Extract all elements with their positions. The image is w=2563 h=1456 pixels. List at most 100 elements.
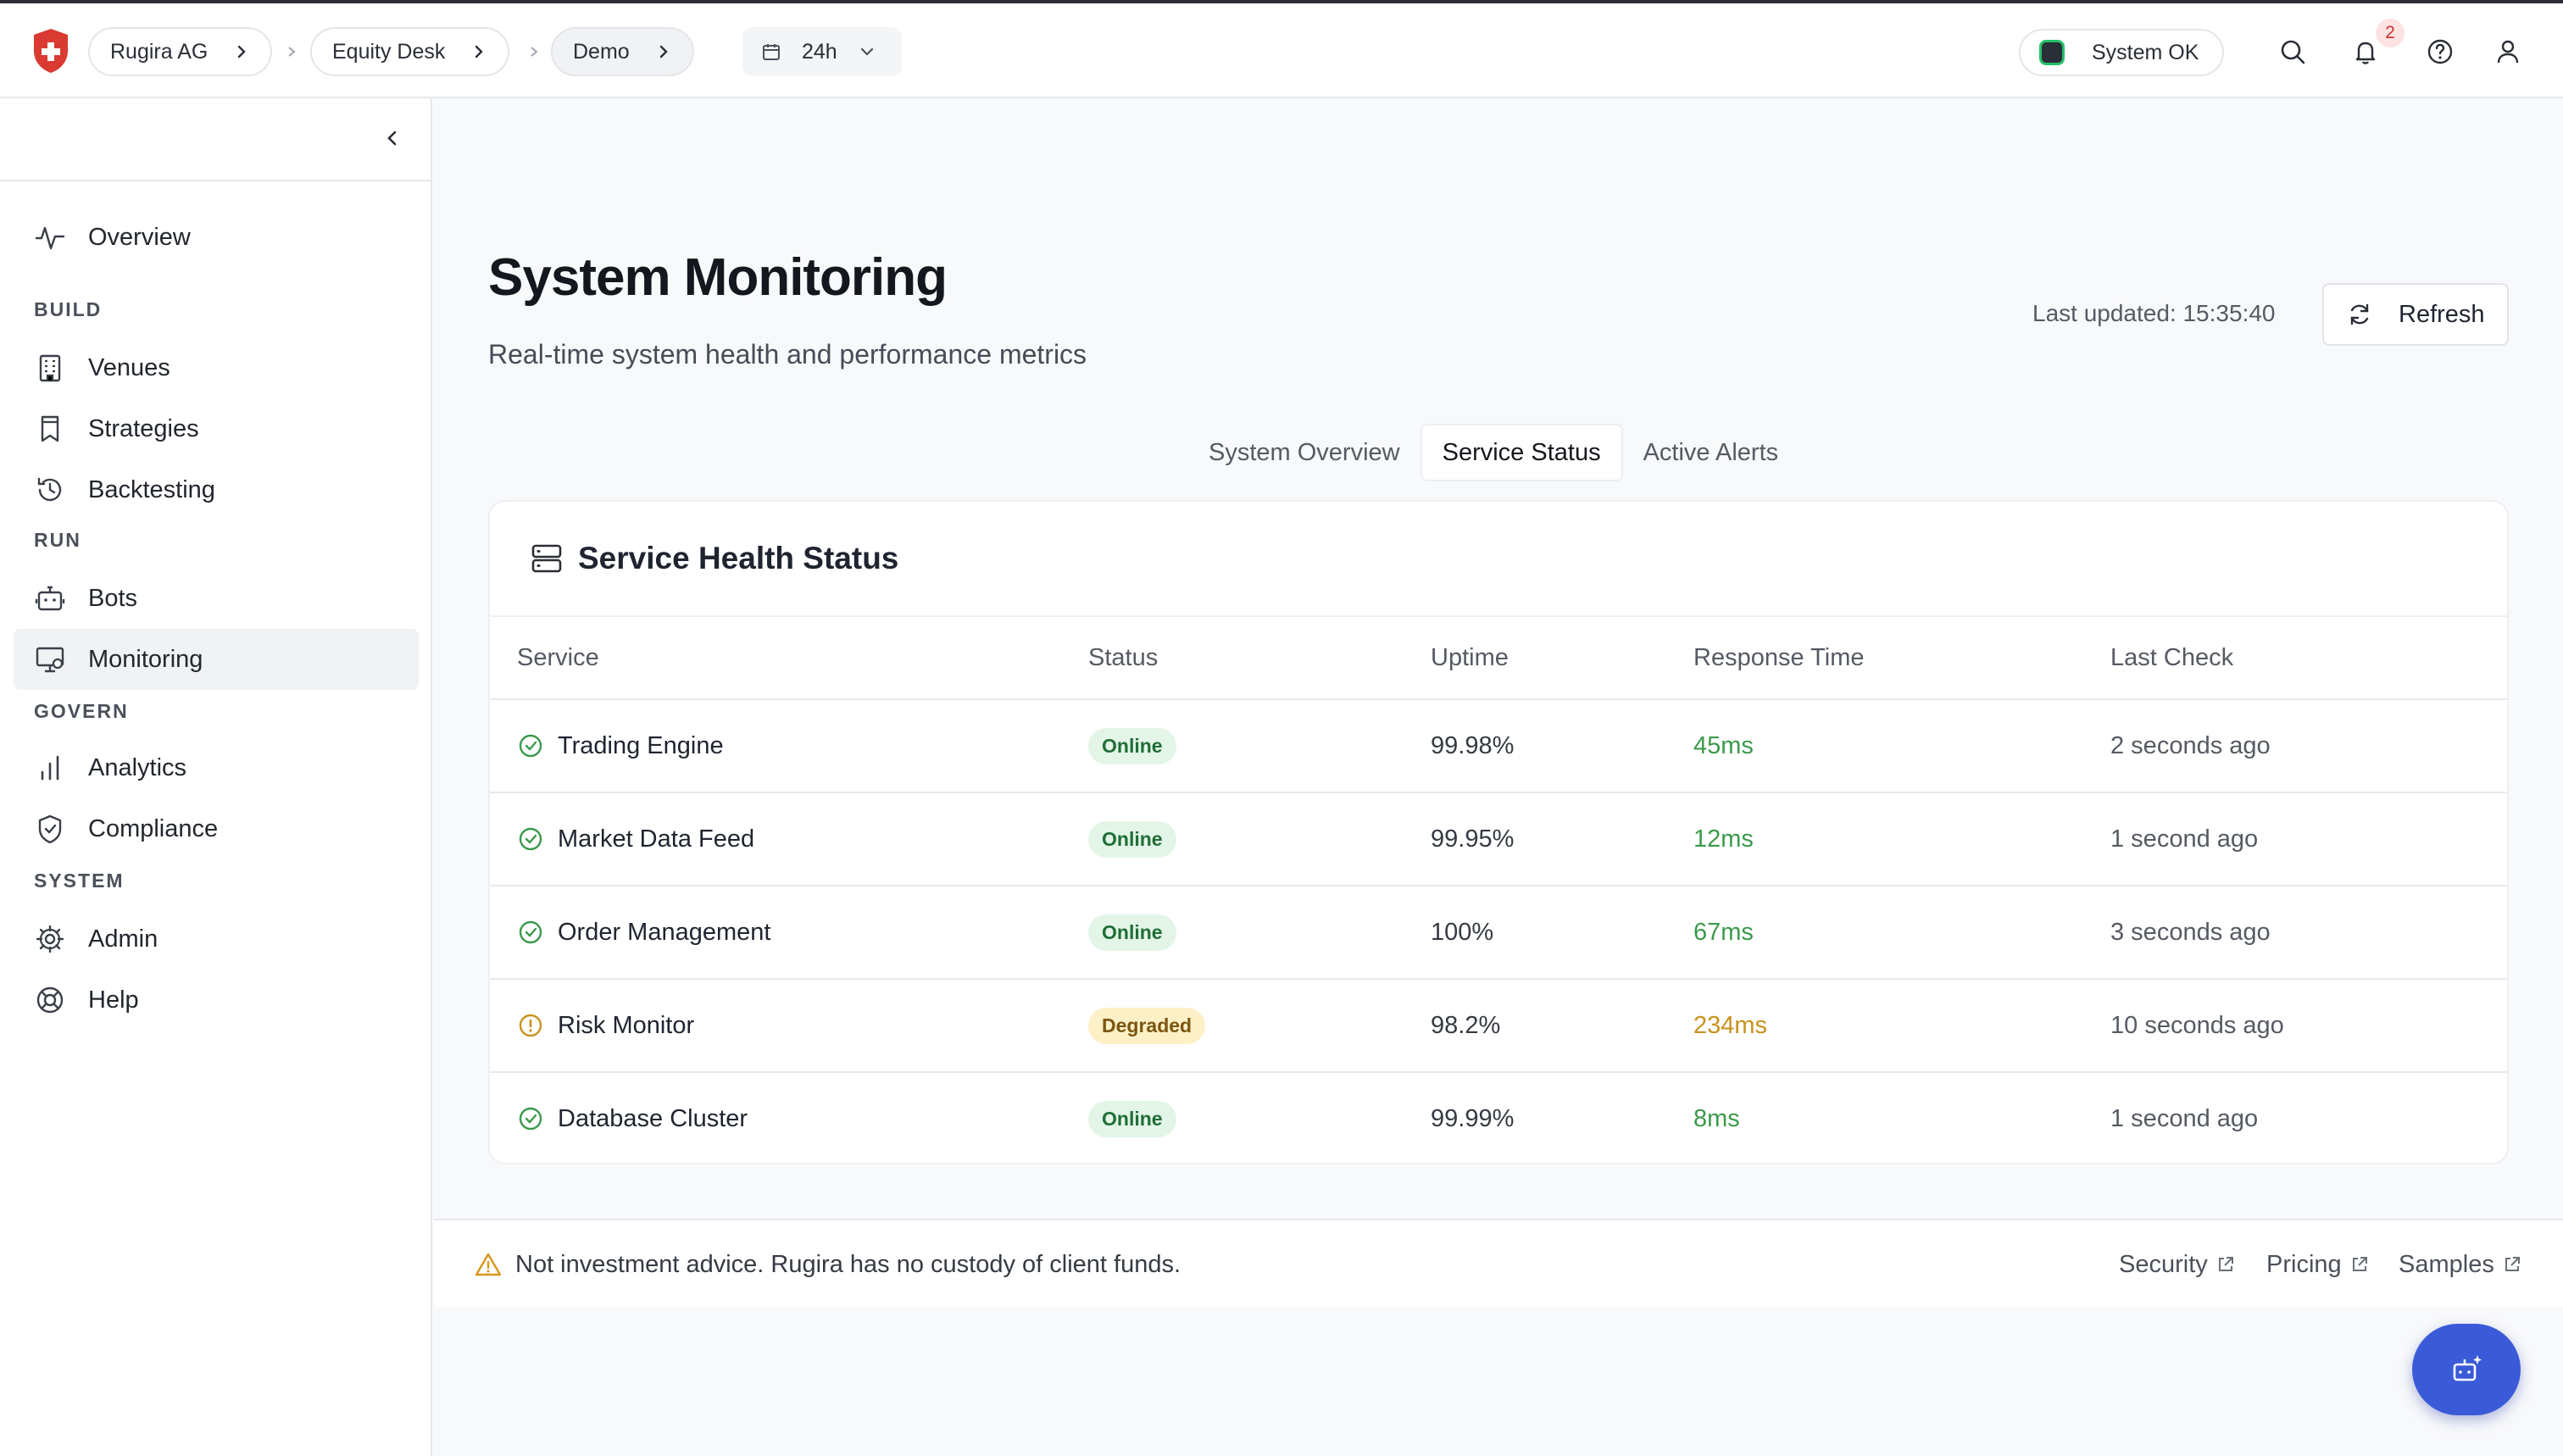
assistant-bot-icon <box>2453 1355 2482 1381</box>
help-icon[interactable] <box>2426 37 2455 66</box>
status-cell: Degraded <box>1088 980 1206 1071</box>
status-cell: Online <box>1088 793 1176 885</box>
sidebar-item-label: Analytics <box>88 753 187 781</box>
breadcrumb-org-label: Rugira AG <box>110 39 208 64</box>
tab-service-status[interactable]: Service Status <box>1420 424 1623 481</box>
column-header-response-time: Response Time <box>1693 644 1865 671</box>
building-icon <box>39 354 61 382</box>
shield-check-icon <box>38 814 62 844</box>
column-header-uptime: Uptime <box>1431 644 1509 671</box>
bar-chart-icon <box>41 755 59 781</box>
section-label-run: RUN <box>34 529 81 551</box>
system-status-badge[interactable]: System OK <box>2019 29 2224 76</box>
status-badge: Online <box>1088 1100 1176 1137</box>
sidebar-item-label: Compliance <box>88 814 219 842</box>
table-row[interactable]: Risk Monitor Degraded 98.2% 234ms 10 sec… <box>490 980 2507 1073</box>
status-cell: Online <box>1088 1073 1176 1164</box>
refresh-button[interactable]: Refresh <box>2322 283 2509 346</box>
status-badge: Online <box>1088 727 1176 764</box>
sidebar-item-label: Venues <box>88 353 170 381</box>
tab-system-overview[interactable]: System Overview <box>1188 424 1420 481</box>
check-circle-icon <box>519 734 542 758</box>
card-title: Service Health Status <box>578 541 899 575</box>
top-header: Rugira AG Equity Desk Demo 24h System OK… <box>0 3 2563 98</box>
footer: Not investment advice. Rugira has no cus… <box>434 1219 2563 1307</box>
status-badge: Online <box>1088 914 1176 951</box>
sidebar-item-label: Overview <box>88 223 191 251</box>
notification-count-badge: 2 <box>2376 19 2405 47</box>
external-link-icon <box>2352 1257 2367 1271</box>
status-cell: Online <box>1088 700 1176 792</box>
chevron-right-icon <box>659 45 668 58</box>
breadcrumb-desk[interactable]: Equity Desk <box>310 27 510 76</box>
breadcrumb-separator-icon <box>531 47 538 57</box>
sidebar-item-admin[interactable]: Admin <box>14 909 419 970</box>
uptime-value: 99.98% <box>1431 731 1515 759</box>
table-row[interactable]: Order Management Online 100% 67ms 3 seco… <box>490 886 2507 980</box>
footer-link-samples[interactable]: Samples <box>2399 1220 2521 1309</box>
uptime-value: 98.2% <box>1431 1011 1501 1039</box>
time-range-select[interactable]: 24h <box>742 27 902 76</box>
activity-icon <box>35 226 65 250</box>
bot-icon <box>35 586 65 611</box>
external-link-icon <box>2505 1257 2520 1271</box>
uptime-value: 99.99% <box>1431 1104 1515 1132</box>
footer-link-security[interactable]: Security <box>2119 1220 2235 1309</box>
bell-icon[interactable] <box>2351 37 2380 66</box>
last-updated-timestamp: Last updated: 15:35:40 <box>2032 300 2276 326</box>
uptime-value: 100% <box>1431 918 1494 946</box>
sidebar-item-monitoring[interactable]: Monitoring <box>14 629 419 690</box>
card-header: Service Health Status <box>490 502 2507 617</box>
column-header-status: Status <box>1088 644 1159 671</box>
table-row[interactable]: Database Cluster Online 99.99% 8ms 1 sec… <box>490 1073 2507 1166</box>
gear-icon <box>36 925 64 953</box>
breadcrumb-environment[interactable]: Demo <box>551 27 694 76</box>
tab-active-alerts[interactable]: Active Alerts <box>1623 424 1799 481</box>
table-row[interactable]: Market Data Feed Online 99.95% 12ms 1 se… <box>490 793 2507 886</box>
shield-logo-icon[interactable] <box>31 27 71 75</box>
sidebar-item-analytics[interactable]: Analytics <box>14 737 419 798</box>
check-circle-icon <box>519 920 542 944</box>
sidebar-item-venues[interactable]: Venues <box>14 337 419 398</box>
service-name: Database Cluster <box>558 1104 748 1132</box>
calendar-icon <box>763 44 780 60</box>
service-cell: Order Management <box>517 886 770 978</box>
uptime-value: 99.95% <box>1431 825 1515 853</box>
status-indicator-icon <box>2039 40 2065 65</box>
breadcrumb-org[interactable]: Rugira AG <box>88 27 273 76</box>
response-time-value: 67ms <box>1693 918 1754 946</box>
table-row[interactable]: Trading Engine Online 99.98% 45ms 2 seco… <box>490 700 2507 793</box>
sidebar-item-backtesting[interactable]: Backtesting <box>14 459 419 520</box>
sidebar-item-overview[interactable]: Overview <box>14 207 419 268</box>
breadcrumb-environment-label: Demo <box>573 39 630 64</box>
last-check-value: 3 seconds ago <box>2110 918 2271 946</box>
life-buoy-icon <box>36 986 64 1014</box>
footer-link-label: Security <box>2119 1250 2208 1278</box>
sidebar-item-compliance[interactable]: Compliance <box>14 798 419 859</box>
service-cell: Database Cluster <box>517 1073 748 1164</box>
refresh-button-label: Refresh <box>2399 300 2485 328</box>
bookmark-icon <box>41 415 59 442</box>
breadcrumb-separator-icon <box>288 47 296 57</box>
assistant-fab-button[interactable] <box>2412 1324 2521 1415</box>
footer-link-label: Samples <box>2399 1250 2494 1278</box>
monitor-icon <box>36 647 64 673</box>
search-icon[interactable] <box>2278 37 2307 66</box>
sidebar-item-help[interactable]: Help <box>14 970 419 1031</box>
alert-circle-icon <box>519 1014 542 1037</box>
service-name: Order Management <box>558 918 771 946</box>
response-time-value: 45ms <box>1693 731 1754 759</box>
sidebar-item-strategies[interactable]: Strategies <box>14 398 419 459</box>
monitoring-tabs: System Overview Service Status Active Al… <box>1188 424 1799 481</box>
sidebar-item-label: Monitoring <box>88 645 203 673</box>
warning-triangle-icon <box>475 1253 502 1276</box>
sidebar-item-bots[interactable]: Bots <box>14 568 419 629</box>
disclaimer-text: Not investment advice. Rugira has no cus… <box>515 1250 1181 1278</box>
chevron-left-icon[interactable] <box>380 125 405 151</box>
sidebar: Overview BUILD Venues Strategies Backtes… <box>0 98 432 1456</box>
sidebar-item-label: Admin <box>88 925 158 953</box>
footer-link-pricing[interactable]: Pricing <box>2266 1220 2369 1309</box>
footer-link-label: Pricing <box>2266 1250 2342 1278</box>
section-label-system: SYSTEM <box>34 870 125 892</box>
user-icon[interactable] <box>2494 37 2522 66</box>
